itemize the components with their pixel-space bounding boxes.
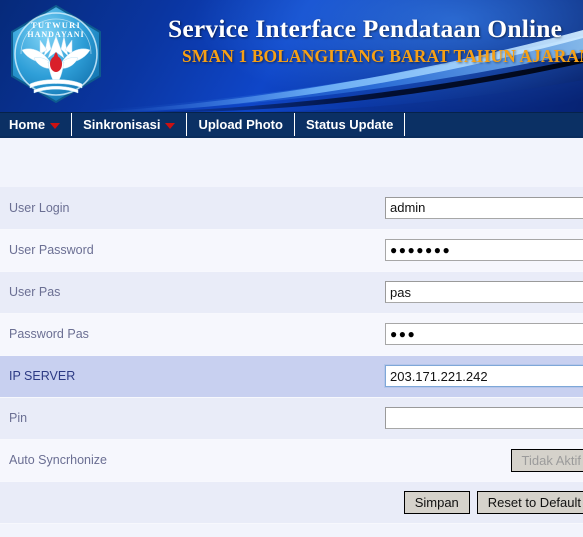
chevron-down-icon: [50, 122, 61, 129]
nav-item-label: Sinkronisasi: [83, 117, 161, 132]
content-area: User Login User Password ●●●●●●● User Pa…: [0, 138, 583, 535]
user-password-input[interactable]: ●●●●●●●: [385, 239, 583, 261]
form-row-ip-server: IP SERVER: [0, 355, 583, 398]
label-user-pas: User Pas: [0, 271, 369, 314]
password-pas-input[interactable]: ●●●: [385, 323, 583, 345]
user-pas-input[interactable]: [385, 281, 583, 303]
form-row-user-password: User Password ●●●●●●●: [0, 229, 583, 272]
svg-text:TUTWURI: TUTWURI: [31, 20, 81, 30]
actions-empty-label: [0, 481, 369, 524]
header-text-block: Service Interface Pendataan Online SMAN …: [168, 14, 583, 67]
nav-item-home[interactable]: Home: [0, 113, 73, 136]
page-subtitle: SMAN 1 BOLANGITANG BARAT TAHUN AJARAN 20…: [182, 46, 583, 66]
main-navigation: Home Sinkronisasi Upload Photo Status Up…: [0, 112, 583, 138]
action-button-group: Simpan Reset to Default: [403, 490, 583, 514]
nav-item-upload-photo[interactable]: Upload Photo: [187, 113, 295, 136]
label-password-pas: Password Pas: [0, 313, 369, 356]
label-auto-synchronize: Auto Syncrhonize: [0, 439, 369, 482]
save-button[interactable]: Simpan: [403, 490, 470, 514]
ip-server-input[interactable]: [385, 365, 583, 387]
reset-to-default-button[interactable]: Reset to Default: [476, 490, 583, 514]
form-row-actions: Simpan Reset to Default: [0, 481, 583, 524]
page-root: TUTWURI HANDAYANI Service Interface Pend…: [0, 0, 583, 537]
label-ip-server: IP SERVER: [0, 355, 369, 398]
user-login-input[interactable]: [385, 196, 583, 219]
form-row-password-pas: Password Pas ●●●: [0, 313, 583, 356]
nav-item-label: Status Update: [305, 117, 394, 132]
site-header: TUTWURI HANDAYANI Service Interface Pend…: [0, 0, 583, 112]
label-user-password: User Password: [0, 229, 369, 272]
auto-synchronize-toggle-button[interactable]: Tidak Aktif: [510, 448, 583, 472]
label-user-login: User Login: [0, 187, 369, 230]
form-row-user-pas: User Pas: [0, 271, 583, 314]
page-title: Service Interface Pendataan Online: [168, 14, 563, 43]
chevron-down-icon: [165, 122, 176, 129]
nav-item-label: Home: [9, 117, 46, 132]
tut-wuri-handayani-logo: TUTWURI HANDAYANI: [11, 4, 101, 104]
content-top-spacer: [0, 138, 583, 187]
form-row-auto-synchronize: Auto Syncrhonize Tidak Aktif: [0, 439, 583, 482]
form-row-pin: Pin: [0, 397, 583, 440]
nav-item-status-update[interactable]: Status Update: [295, 113, 406, 136]
pin-input[interactable]: [385, 407, 583, 429]
nav-item-sinkronisasi[interactable]: Sinkronisasi: [72, 113, 188, 136]
settings-form: User Login User Password ●●●●●●● User Pa…: [0, 187, 583, 524]
form-row-user-login: User Login: [0, 187, 583, 230]
label-pin: Pin: [0, 397, 369, 440]
nav-item-label: Upload Photo: [198, 117, 283, 132]
